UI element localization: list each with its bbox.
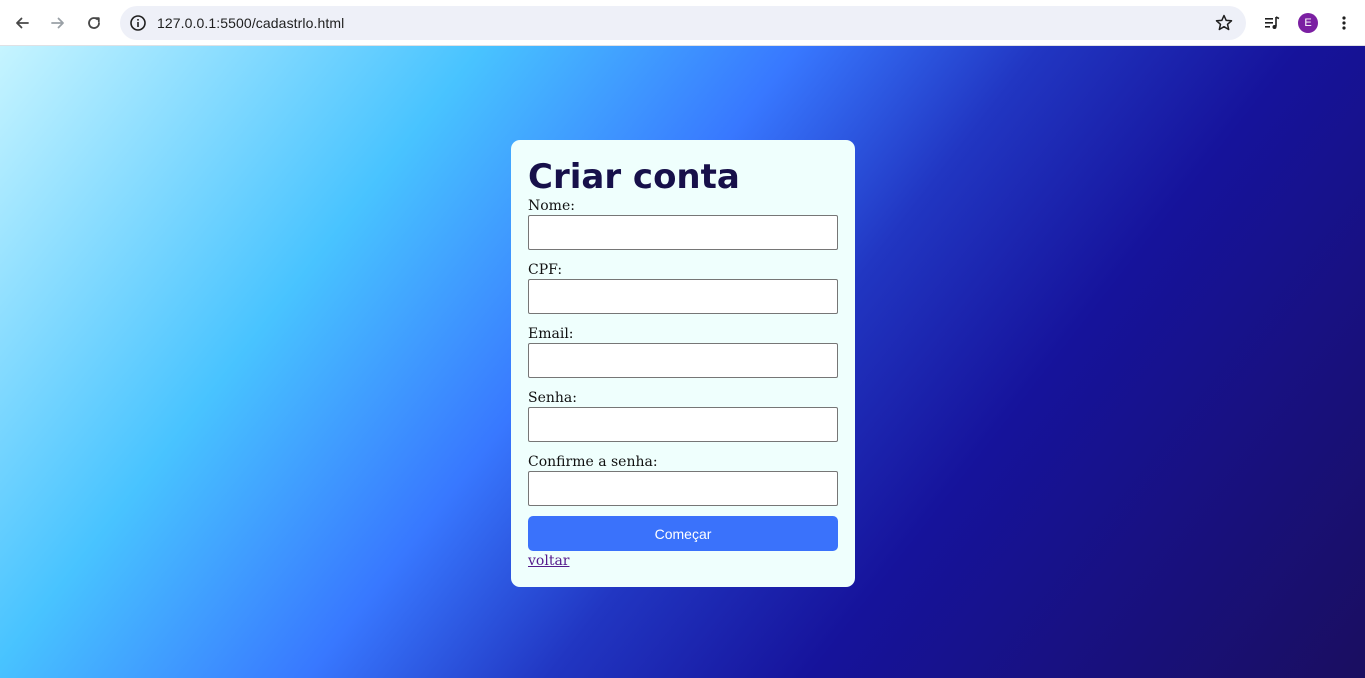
back-button[interactable] (7, 8, 37, 38)
url-text[interactable]: 127.0.0.1:5500/cadastrlo.html (157, 6, 344, 40)
reload-button[interactable] (79, 8, 109, 38)
back-link[interactable]: voltar (528, 553, 569, 569)
confirm-password-input[interactable] (528, 471, 838, 506)
media-controls-button[interactable] (1257, 8, 1287, 38)
cpf-input[interactable] (528, 279, 838, 314)
reload-icon (88, 17, 100, 29)
address-bar[interactable]: 127.0.0.1:5500/cadastrlo.html (120, 6, 1246, 40)
more-vertical-icon (1342, 16, 1346, 30)
password-label: Senha: (528, 390, 577, 406)
profile-avatar[interactable]: E (1298, 13, 1318, 33)
page-title: Criar conta (528, 157, 740, 197)
site-info-icon[interactable] (129, 14, 147, 32)
confirm-password-label: Confirme a senha: (528, 454, 658, 470)
name-label: Nome: (528, 198, 575, 214)
password-input[interactable] (528, 407, 838, 442)
signup-card: Criar conta Nome: CPF: Email: Senha: Con… (511, 140, 855, 587)
email-input[interactable] (528, 343, 838, 378)
browser-toolbar: 127.0.0.1:5500/cadastrlo.html E (0, 0, 1365, 46)
page-background: Criar conta Nome: CPF: Email: Senha: Con… (0, 46, 1365, 678)
browser-menu-button[interactable] (1329, 8, 1359, 38)
arrow-right-icon (51, 17, 64, 29)
arrow-left-icon (16, 17, 29, 29)
playlist-icon (1265, 16, 1280, 29)
bookmark-star-icon[interactable] (1214, 13, 1234, 33)
name-input[interactable] (528, 215, 838, 250)
start-button[interactable]: Começar (528, 516, 838, 551)
forward-button[interactable] (43, 8, 73, 38)
email-label: Email: (528, 326, 574, 342)
cpf-label: CPF: (528, 262, 563, 278)
